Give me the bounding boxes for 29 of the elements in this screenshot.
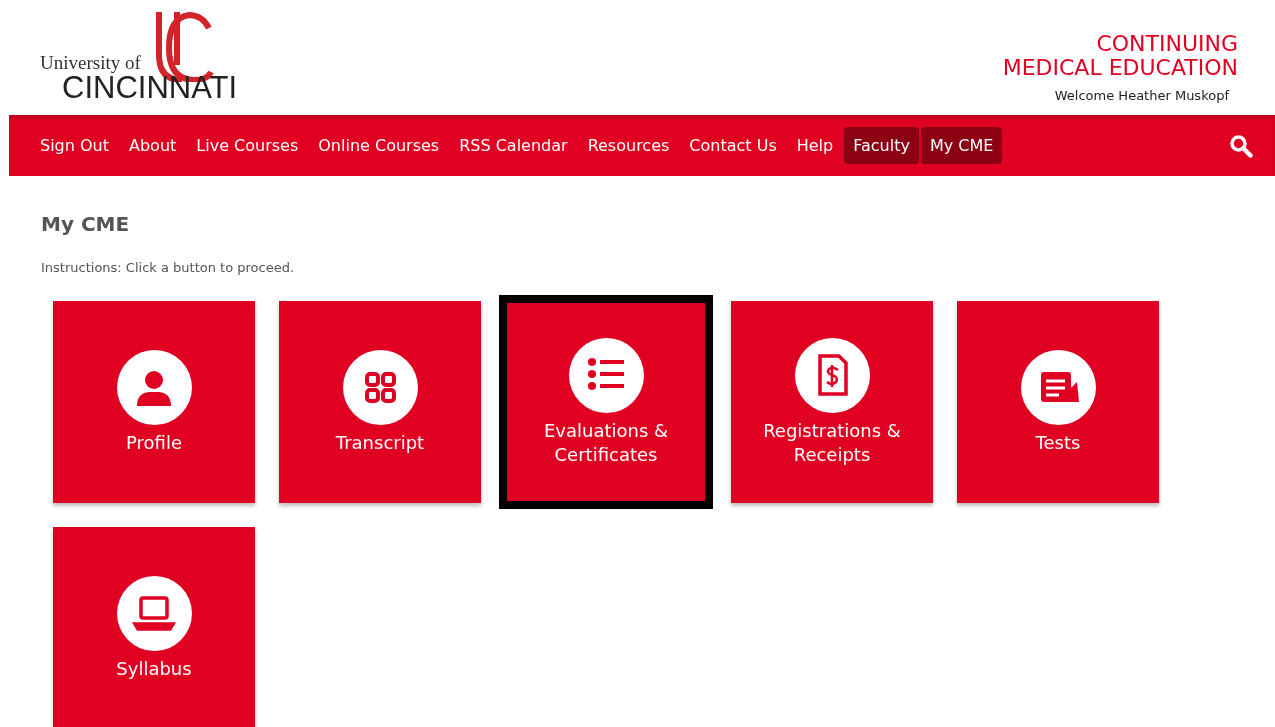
page-title: My CME xyxy=(41,212,131,236)
site-title: CONTINUING xyxy=(1096,32,1238,56)
nav-link[interactable]: Help xyxy=(787,127,843,164)
logo-text: University of xyxy=(40,52,142,74)
menu-tile[interactable]: Syllabus xyxy=(53,527,255,727)
menu-tile[interactable]: Registrations & Receipts xyxy=(731,301,933,503)
instructions-text: Instructions: Click a button to proceed. xyxy=(41,260,296,275)
receipt-icon xyxy=(794,337,870,413)
nav-link[interactable]: Online Courses xyxy=(309,127,449,164)
nav-link[interactable]: RSS Calendar xyxy=(450,127,577,164)
search-icon[interactable] xyxy=(1229,133,1253,158)
welcome-text: Welcome Heather Muskopf xyxy=(1054,88,1229,103)
list-icon xyxy=(568,337,644,413)
menu-tile[interactable]: Tests xyxy=(957,301,1159,503)
nav-link[interactable]: About xyxy=(120,127,186,164)
nav-link[interactable]: Live Courses xyxy=(187,127,308,164)
laptop-icon xyxy=(116,575,192,651)
document-icon xyxy=(1020,349,1096,425)
menu-tile[interactable]: Profile xyxy=(53,301,255,503)
grid-icon xyxy=(342,349,418,425)
menu-tile[interactable]: Transcript xyxy=(279,301,481,503)
person-icon xyxy=(116,349,192,425)
nav-link[interactable]: My CME xyxy=(920,127,1003,164)
logo-text: CINCINNATI xyxy=(62,72,238,103)
site-title: MEDICAL EDUCATION xyxy=(1002,56,1238,80)
nav-link[interactable]: Faculty xyxy=(844,127,919,164)
nav-link[interactable]: Contact Us xyxy=(680,127,786,164)
nav-link[interactable]: Resources xyxy=(578,127,679,164)
nav-link[interactable]: Sign Out xyxy=(31,127,118,164)
